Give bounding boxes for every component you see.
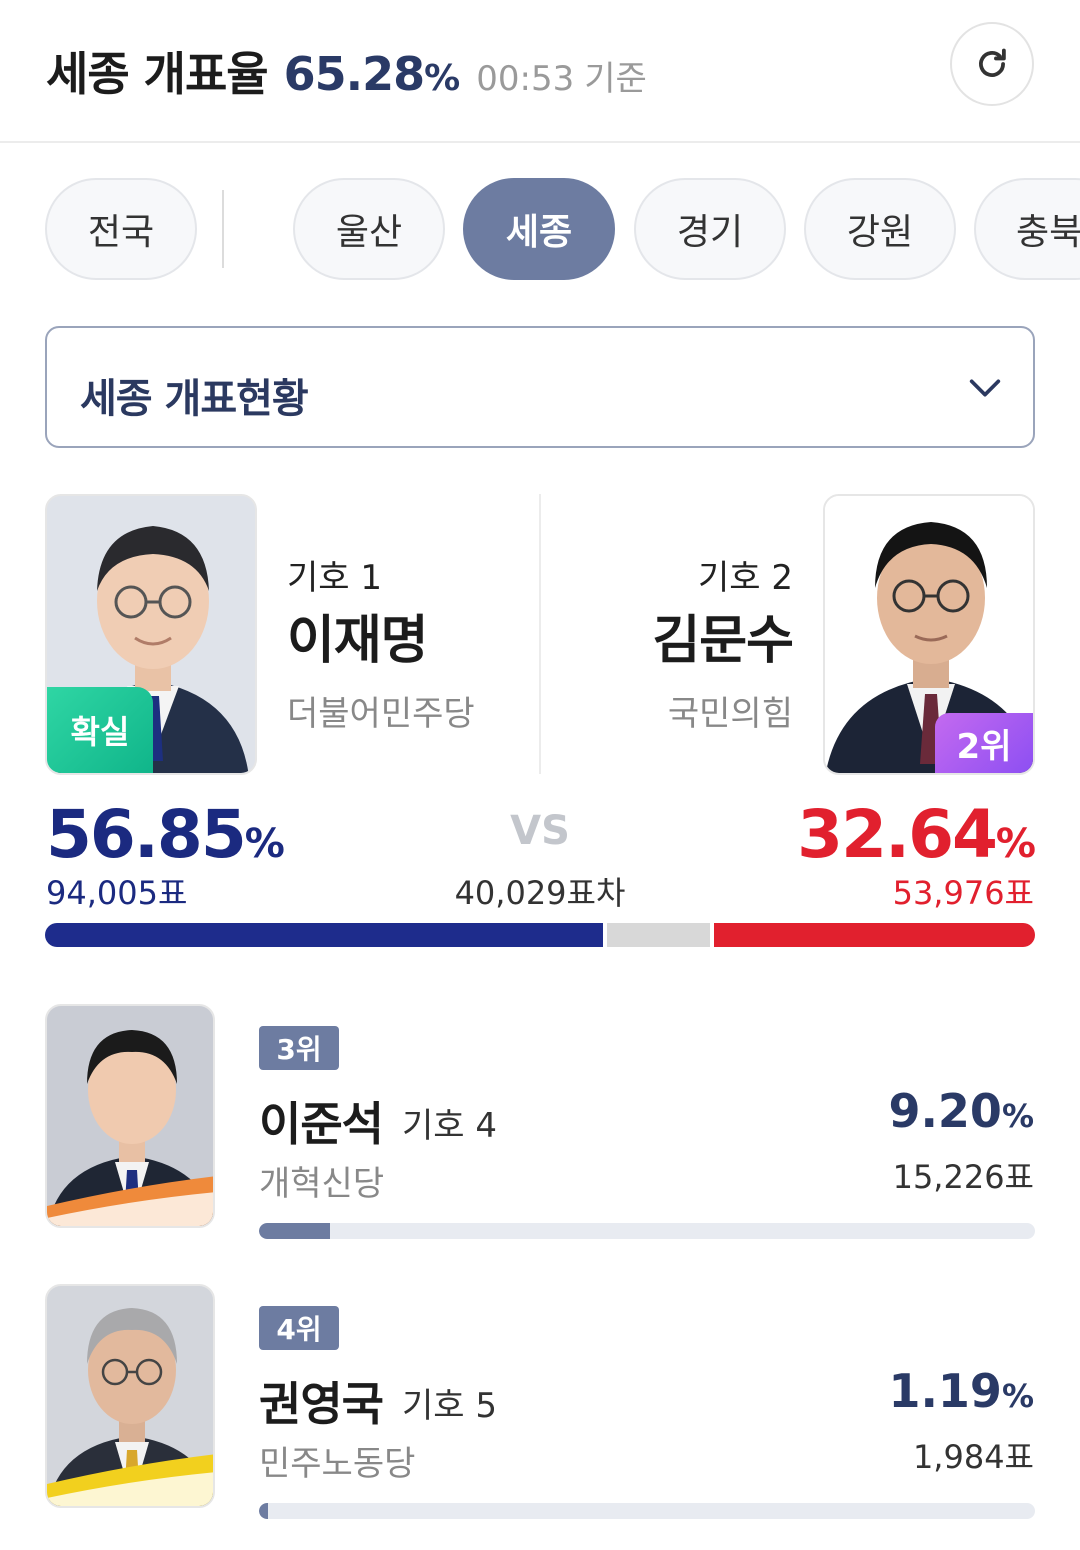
candidate-percent-1: 56.85% bbox=[46, 796, 285, 873]
tab-national[interactable]: 전국 bbox=[45, 178, 197, 280]
candidate-votes-3: 15,226표 bbox=[892, 1158, 1034, 1196]
candidate-photo-3 bbox=[45, 1004, 215, 1228]
header-bar: 세종 개표율 65.28 % 00:53 기준 bbox=[0, 0, 1080, 143]
vote-share-fill bbox=[259, 1503, 269, 1519]
candidate-party-3: 개혁신당 bbox=[259, 1164, 385, 1204]
vote-share-others bbox=[607, 923, 710, 947]
percent-value: 9.20 bbox=[888, 1084, 1002, 1138]
refresh-icon bbox=[979, 48, 1006, 77]
update-basis: 기준 bbox=[584, 59, 647, 99]
vote-share-right bbox=[714, 923, 1035, 947]
percent-sign: % bbox=[1001, 1097, 1034, 1135]
percent-sign: % bbox=[1001, 1377, 1034, 1415]
election-results-page: 세종 개표율 65.28 % 00:53 기준 전국 울산 세종 경기 강원 충… bbox=[0, 0, 1080, 1550]
vote-share-bar-3 bbox=[259, 1223, 1035, 1239]
tab-scroll-fade bbox=[226, 178, 276, 280]
percent-sign: % bbox=[244, 821, 285, 867]
percent-value: 1.19 bbox=[888, 1364, 1002, 1418]
candidate-number-2: 기호 2 bbox=[698, 558, 793, 598]
portrait-image bbox=[47, 1286, 213, 1506]
counting-rate: 65.28 bbox=[283, 47, 426, 101]
tab-gangwon[interactable]: 강원 bbox=[804, 178, 956, 280]
percent-value: 56.85 bbox=[46, 796, 247, 873]
candidate-name-3: 이준석 bbox=[259, 1097, 384, 1151]
update-time: 00:53 bbox=[476, 59, 575, 99]
header-title: 세종 개표율 65.28 % 00:53 기준 bbox=[46, 38, 647, 104]
vote-share-bar-4 bbox=[259, 1503, 1035, 1519]
candidate-photo-1: 확실 bbox=[45, 494, 257, 775]
region-count-label: 세종 개표율 bbox=[46, 47, 269, 101]
candidate-number-3: 기호 4 bbox=[402, 1106, 497, 1146]
refresh-button[interactable] bbox=[950, 22, 1034, 106]
candidate-percent-2: 32.64% bbox=[797, 796, 1036, 873]
candidate-percent-3: 9.20% bbox=[888, 1084, 1034, 1138]
rank-badge: 4위 bbox=[259, 1306, 339, 1350]
candidate-row: 4위 권영국 기호 5 민주노동당 1.19% 1,984표 bbox=[0, 1284, 1080, 1524]
tab-sejong[interactable]: 세종 bbox=[463, 178, 615, 280]
candidate-name-2: 김문수 bbox=[652, 611, 794, 671]
percent-sign: % bbox=[995, 821, 1036, 867]
candidate-percent-4: 1.19% bbox=[888, 1364, 1034, 1418]
percent-value: 32.64 bbox=[797, 796, 998, 873]
candidate-name-4: 권영국 bbox=[259, 1377, 384, 1431]
vote-share-bar bbox=[45, 923, 1035, 947]
candidate-party-4: 민주노동당 bbox=[259, 1444, 416, 1484]
confirmed-badge: 확실 bbox=[47, 687, 153, 773]
candidate-party-1: 더불어민주당 bbox=[287, 694, 475, 734]
vs-label: VS bbox=[510, 808, 570, 854]
region-tabs: 전국 울산 세종 경기 강원 충북 bbox=[0, 178, 1080, 282]
portrait-image bbox=[47, 1006, 213, 1226]
candidate-photo-2: 2위 bbox=[823, 494, 1035, 775]
chevron-down-icon bbox=[969, 379, 1001, 397]
tab-gyeonggi[interactable]: 경기 bbox=[634, 178, 786, 280]
dropdown-label: 세종 개표현황 bbox=[80, 376, 309, 422]
counting-rate-percent-sign: % bbox=[424, 58, 461, 99]
rank-badge: 2위 bbox=[935, 713, 1033, 773]
candidate-name-1: 이재명 bbox=[287, 611, 429, 671]
vote-share-fill bbox=[259, 1223, 331, 1239]
candidate-votes-4: 1,984표 bbox=[912, 1438, 1034, 1476]
status-dropdown[interactable]: 세종 개표현황 bbox=[45, 326, 1035, 448]
candidate-row: 3위 이준석 기호 4 개혁신당 9.20% 15,226표 bbox=[0, 1004, 1080, 1244]
vote-difference: 40,029표차 bbox=[454, 874, 626, 912]
rank-badge: 3위 bbox=[259, 1026, 339, 1070]
candidate-votes-1: 94,005표 bbox=[46, 874, 188, 912]
candidate-votes-2: 53,976표 bbox=[892, 874, 1034, 912]
candidate-number-4: 기호 5 bbox=[402, 1386, 497, 1426]
tab-ulsan[interactable]: 울산 bbox=[293, 178, 445, 280]
candidate-number-1: 기호 1 bbox=[287, 558, 382, 598]
candidate-party-2: 국민의힘 bbox=[667, 694, 793, 734]
vote-share-left bbox=[45, 923, 603, 947]
tab-chungbuk[interactable]: 충북 bbox=[974, 178, 1080, 280]
candidate-photo-4 bbox=[45, 1284, 215, 1508]
tab-divider bbox=[222, 190, 224, 268]
leader-divider bbox=[539, 494, 541, 774]
